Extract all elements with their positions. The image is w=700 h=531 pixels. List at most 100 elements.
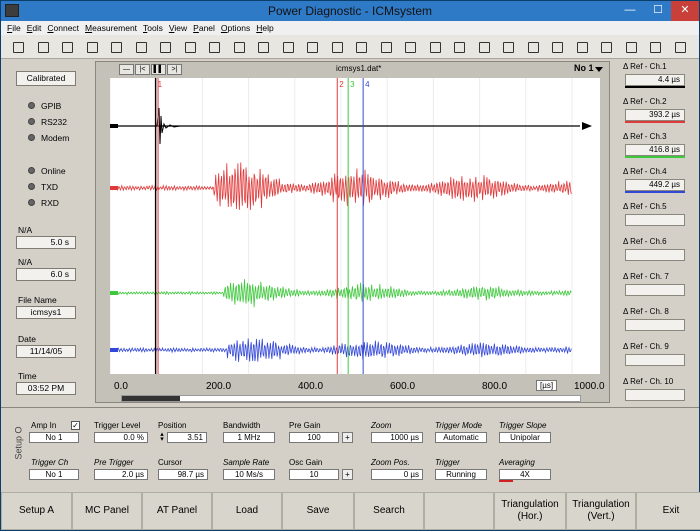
- fbutton-at-panel[interactable]: AT Panel: [142, 492, 212, 530]
- stop-icon[interactable]: [107, 38, 124, 55]
- menu-help[interactable]: Help: [256, 21, 273, 35]
- scope-icon[interactable]: [401, 38, 418, 55]
- time-value: 03:52 PM: [16, 382, 76, 395]
- trigger-ch-field[interactable]: No 1: [29, 469, 79, 480]
- text-icon[interactable]: [132, 38, 149, 55]
- ref-ch7-value: [625, 284, 685, 296]
- fbutton-setup-a[interactable]: Setup A: [1, 492, 72, 530]
- channel-number: No 1: [574, 63, 594, 73]
- fbutton-triangulation-hor[interactable]: Triangulation (Hor.): [494, 492, 566, 530]
- ref-ch2-value: 393.2 µs: [625, 109, 685, 121]
- menu-edit[interactable]: Edit: [27, 21, 42, 35]
- amp-in-checkbox[interactable]: ✓: [71, 421, 80, 430]
- save-icon[interactable]: [34, 38, 51, 55]
- fbutton-blank[interactable]: [424, 492, 494, 530]
- gpib-radio[interactable]: [28, 102, 35, 109]
- ch1-marker: [110, 124, 118, 128]
- lines-icon[interactable]: [524, 38, 541, 55]
- trigger-mode-field[interactable]: Automatic: [435, 432, 487, 443]
- cursor-2-label: 2: [339, 80, 344, 89]
- minimize-button[interactable]: —: [616, 1, 644, 21]
- channel-dropdown-icon[interactable]: [595, 67, 603, 72]
- percent-icon[interactable]: [548, 38, 565, 55]
- fbutton-mc-panel[interactable]: MC Panel: [72, 492, 142, 530]
- overlay-icon[interactable]: [352, 38, 369, 55]
- trigger-level-field[interactable]: 0.0 %: [94, 432, 148, 443]
- bars-icon[interactable]: [156, 38, 173, 55]
- envelope-icon[interactable]: [475, 38, 492, 55]
- pre-gain-plus-button[interactable]: +: [342, 432, 353, 443]
- zoom-out-button[interactable]: —: [119, 64, 134, 75]
- waveform-icon[interactable]: [303, 38, 320, 55]
- cursor-field[interactable]: 98.7 µs: [158, 469, 208, 480]
- osc-gain-plus-button[interactable]: +: [342, 469, 353, 480]
- first-button[interactable]: |<: [135, 64, 150, 75]
- modem-radio[interactable]: [28, 134, 35, 141]
- time-scrollbar[interactable]: [121, 395, 581, 402]
- grid-icon[interactable]: [83, 38, 100, 55]
- peak-icon[interactable]: [450, 38, 467, 55]
- reference-panel: Δ Ref - Ch.1 4.4 µs Δ Ref - Ch.2 393.2 µs Δ …: [615, 59, 699, 404]
- pause-button[interactable]: ▌▌: [151, 64, 166, 75]
- trigger-slope-field[interactable]: Unipolar: [499, 432, 551, 443]
- na1-label: N/A: [18, 225, 33, 235]
- zoom-label: Zoom: [371, 421, 392, 430]
- na2-value: 6.0 s: [16, 268, 76, 281]
- help-icon[interactable]: [646, 38, 663, 55]
- menu-panel[interactable]: Panel: [193, 21, 215, 35]
- open-icon[interactable]: [9, 38, 26, 55]
- file-name-label: File Name: [18, 295, 57, 305]
- osc-gain-field[interactable]: 10: [289, 469, 339, 480]
- trigger-label: Trigger: [435, 458, 460, 467]
- list-icon[interactable]: [254, 38, 271, 55]
- close-button[interactable]: ✕: [671, 1, 699, 21]
- fbutton-exit[interactable]: Exit: [636, 492, 700, 530]
- menu-view[interactable]: View: [169, 21, 187, 35]
- scroll-thumb[interactable]: [122, 396, 180, 401]
- filter-icon[interactable]: [426, 38, 443, 55]
- zoom-pos-field[interactable]: 0 µs: [371, 469, 423, 480]
- bandwidth-field[interactable]: 1 MHz: [223, 432, 275, 443]
- zoom-field[interactable]: 1000 µs: [371, 432, 423, 443]
- waveform-panel: — |< ▌▌ >| icmsys1.dat* No 1 1 23 4 0.0 200…: [95, 61, 610, 403]
- spectrum-icon[interactable]: [205, 38, 222, 55]
- grid2-icon[interactable]: [499, 38, 516, 55]
- spectrum2-icon[interactable]: [230, 38, 247, 55]
- pre-trigger-field[interactable]: 2.0 µs: [94, 469, 148, 480]
- menu-connect[interactable]: Connect: [47, 21, 79, 35]
- scan-icon[interactable]: [377, 38, 394, 55]
- ref-ch6-label: Δ Ref - Ch.6: [623, 237, 667, 246]
- position-spinner[interactable]: ▴ ▾: [158, 431, 166, 443]
- last-button[interactable]: >|: [167, 64, 182, 75]
- fbutton-search[interactable]: Search: [354, 492, 424, 530]
- maximize-button[interactable]: ☐: [644, 1, 672, 21]
- fbutton-triangulation-vert[interactable]: Triangulation (Vert.): [566, 492, 636, 530]
- table-icon[interactable]: [279, 38, 296, 55]
- menu-options[interactable]: Options: [221, 21, 250, 35]
- fbutton-load[interactable]: Load: [212, 492, 282, 530]
- sort-icon[interactable]: [622, 38, 639, 55]
- fbutton-save[interactable]: Save: [282, 492, 354, 530]
- zoom-pos-label: Zoom Pos.: [371, 458, 410, 467]
- menu-measurement[interactable]: Measurement: [85, 21, 137, 35]
- ref-ch4-value: 449.2 µs: [625, 179, 685, 191]
- sigma-icon[interactable]: [573, 38, 590, 55]
- ref-ch7-label: Δ Ref - Ch. 7: [623, 272, 669, 281]
- amp-in-field[interactable]: No 1: [29, 432, 79, 443]
- menu-file[interactable]: File: [7, 21, 21, 35]
- averaging-field[interactable]: 4X: [499, 469, 551, 480]
- waveform2-icon[interactable]: [328, 38, 345, 55]
- position-field[interactable]: 3.51: [167, 432, 207, 443]
- about-icon[interactable]: [671, 38, 688, 55]
- menu-tools[interactable]: Tools: [143, 21, 163, 35]
- print-icon[interactable]: [58, 38, 75, 55]
- cursor-label: Cursor: [158, 458, 183, 467]
- chart-icon[interactable]: [181, 38, 198, 55]
- sample-rate-field[interactable]: 10 Ms/s: [223, 469, 275, 480]
- trigger-field[interactable]: Running: [435, 469, 487, 480]
- waveform-display[interactable]: 1 23 4: [110, 78, 600, 374]
- rs232-radio[interactable]: [28, 118, 35, 125]
- columns-icon[interactable]: [597, 38, 614, 55]
- txd-label: TXD: [41, 182, 58, 192]
- pre-gain-field[interactable]: 100: [289, 432, 339, 443]
